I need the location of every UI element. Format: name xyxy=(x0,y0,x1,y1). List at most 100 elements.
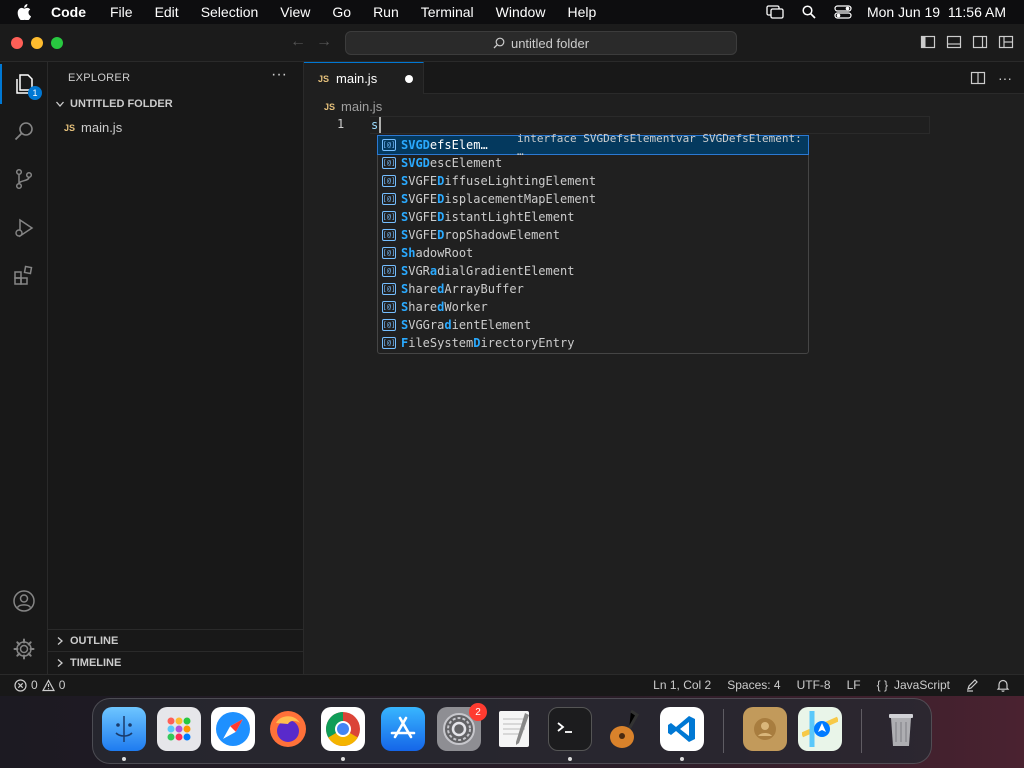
language-mode[interactable]: { } JavaScript xyxy=(877,678,950,692)
firefox-app-icon[interactable] xyxy=(266,707,310,751)
suggestion-text: VGFE xyxy=(408,210,438,224)
menu-run[interactable]: Run xyxy=(373,4,399,20)
timeline-section-header[interactable]: TIMELINE xyxy=(48,651,304,673)
control-center-icon[interactable] xyxy=(833,4,853,20)
symbol-variable-icon: [@] xyxy=(382,139,396,151)
suggestion-label: SVGFEDiffuseLightingElement xyxy=(401,174,596,188)
menu-view[interactable]: View xyxy=(280,4,310,20)
finder-app-icon[interactable] xyxy=(102,707,146,751)
editor-tabs: JS main.js ··· xyxy=(304,62,1024,94)
suggestion-item[interactable]: [@] SVGFEDropShadowElement xyxy=(378,226,808,244)
suggestion-rest: istantLightElement xyxy=(444,210,575,224)
file-main-js[interactable]: JS main.js xyxy=(64,120,122,135)
dock-separator xyxy=(723,709,724,753)
symbol-variable-icon: [@] xyxy=(382,175,396,187)
activity-search[interactable] xyxy=(0,111,48,151)
feedback-icon[interactable] xyxy=(966,678,980,692)
outline-section-header[interactable]: OUTLINE xyxy=(48,629,304,651)
menu-edit[interactable]: Edit xyxy=(155,4,179,20)
close-window-button[interactable] xyxy=(11,37,23,49)
suggestion-rest: isplacementMapElement xyxy=(444,192,597,206)
warning-count: 0 xyxy=(58,678,66,692)
unsaved-dot-icon[interactable] xyxy=(405,75,413,83)
suggestion-item[interactable]: [@] ShadowRoot xyxy=(378,244,808,262)
downloads-folder-icon[interactable] xyxy=(743,707,787,751)
gear-icon xyxy=(13,638,35,660)
suggestion-item[interactable]: [@] SharedArrayBuffer xyxy=(378,280,808,298)
activity-run-debug[interactable] xyxy=(0,208,48,248)
activity-source-control[interactable] xyxy=(0,159,48,199)
forward-arrow-icon[interactable]: → xyxy=(316,33,332,51)
vscode-app-icon[interactable] xyxy=(660,707,704,751)
apple-icon[interactable] xyxy=(17,4,35,20)
suggestion-item[interactable]: [@] SVGFEDiffuseLightingElement xyxy=(378,172,808,190)
language-label: JavaScript xyxy=(893,678,950,692)
suggestion-text: VGGra xyxy=(408,318,445,332)
activity-accounts[interactable] xyxy=(0,581,48,621)
code-text[interactable]: s xyxy=(371,118,378,132)
back-arrow-icon[interactable]: ← xyxy=(290,33,306,51)
suggestion-item[interactable]: [@] SharedWorker xyxy=(378,298,808,316)
menu-help[interactable]: Help xyxy=(567,4,596,20)
app-store-app-icon[interactable] xyxy=(381,707,425,751)
maps-app-icon[interactable] xyxy=(798,707,842,751)
search-icon xyxy=(493,37,505,49)
menu-window[interactable]: Window xyxy=(496,4,546,20)
suggestion-item[interactable]: [@] SVGFEDistantLightElement xyxy=(378,208,808,226)
folder-root[interactable]: UNTITLED FOLDER xyxy=(54,98,173,110)
chrome-app-icon[interactable] xyxy=(321,707,365,751)
trash-icon[interactable] xyxy=(879,707,923,751)
problems-status[interactable]: 0 0 xyxy=(14,678,65,692)
activity-explorer[interactable]: 1 xyxy=(0,64,48,104)
suggestion-item[interactable]: [@] SVGRadialGradientElement xyxy=(378,262,808,280)
suggestion-item[interactable]: [@] SVGGradientElement xyxy=(378,316,808,334)
minimize-window-button[interactable] xyxy=(31,37,43,49)
safari-app-icon[interactable] xyxy=(211,707,255,751)
suggestion-label: SharedWorker xyxy=(401,300,488,314)
spotlight-search-icon[interactable] xyxy=(799,4,819,20)
menu-selection[interactable]: Selection xyxy=(201,4,259,20)
suggestion-item[interactable]: [@] FileSystemDirectoryEntry xyxy=(378,334,808,352)
activity-extensions[interactable] xyxy=(0,256,48,296)
textedit-app-icon[interactable] xyxy=(493,707,537,751)
screen-mirroring-icon[interactable] xyxy=(765,4,785,20)
suggestion-item[interactable]: [@] SVGFEDisplacementMapElement xyxy=(378,190,808,208)
terminal-app-icon[interactable] xyxy=(548,707,592,751)
suggestion-match: d xyxy=(444,318,452,332)
vscode-running-indicator xyxy=(680,757,684,761)
suggestion-item[interactable]: [@] SVGDescElement xyxy=(378,154,808,172)
menu-file[interactable]: File xyxy=(110,4,133,20)
toggle-primary-sidebar-icon[interactable] xyxy=(920,34,936,50)
toggle-panel-icon[interactable] xyxy=(946,34,962,50)
toggle-secondary-sidebar-icon[interactable] xyxy=(972,34,988,50)
javascript-file-icon: JS xyxy=(318,73,330,84)
menu-go[interactable]: Go xyxy=(332,4,351,20)
tab-main-js[interactable]: JS main.js xyxy=(304,62,424,94)
breadcrumb[interactable]: JS main.js xyxy=(324,99,382,114)
menubar-clock[interactable]: Mon Jun 19 11:56 AM xyxy=(867,4,1006,20)
command-center-search[interactable]: untitled folder xyxy=(345,31,737,55)
macos-menubar: Code File Edit Selection View Go Run Ter… xyxy=(0,0,1024,24)
launchpad-app-icon[interactable] xyxy=(157,707,201,751)
end-of-line[interactable]: LF xyxy=(847,678,861,692)
indentation[interactable]: Spaces: 4 xyxy=(727,678,780,692)
suggestion-text: VGFE xyxy=(408,174,438,188)
suggestion-item[interactable]: [@] SVGDefsElem… interface SVGDefsElementv… xyxy=(377,132,809,158)
status-bar: 0 0 Ln 1, Col 2 Spaces: 4 UTF-8 LF { } J… xyxy=(0,674,1024,696)
menu-app-name[interactable]: Code xyxy=(51,4,86,20)
menu-terminal[interactable]: Terminal xyxy=(421,4,474,20)
activity-manage[interactable] xyxy=(0,629,48,669)
customize-layout-icon[interactable] xyxy=(998,34,1014,50)
more-actions-button[interactable]: ··· xyxy=(271,66,287,84)
zoom-window-button[interactable] xyxy=(51,37,63,49)
notifications-bell-icon[interactable] xyxy=(996,678,1010,692)
cursor-position[interactable]: Ln 1, Col 2 xyxy=(653,678,711,692)
more-actions-icon[interactable]: ··· xyxy=(998,70,1012,86)
suggestion-label: FileSystemDirectoryEntry xyxy=(401,336,574,350)
explorer-sidebar: EXPLORER ··· UNTITLED FOLDER JS main.js … xyxy=(48,62,304,674)
file-encoding[interactable]: UTF-8 xyxy=(797,678,831,692)
settings-notification-badge: 2 xyxy=(469,703,487,721)
split-editor-icon[interactable] xyxy=(970,70,986,86)
autocomplete-suggestions: [@] SVGDefsElem… interface SVGDefsElementv… xyxy=(377,132,809,354)
garageband-app-icon[interactable] xyxy=(603,707,647,751)
